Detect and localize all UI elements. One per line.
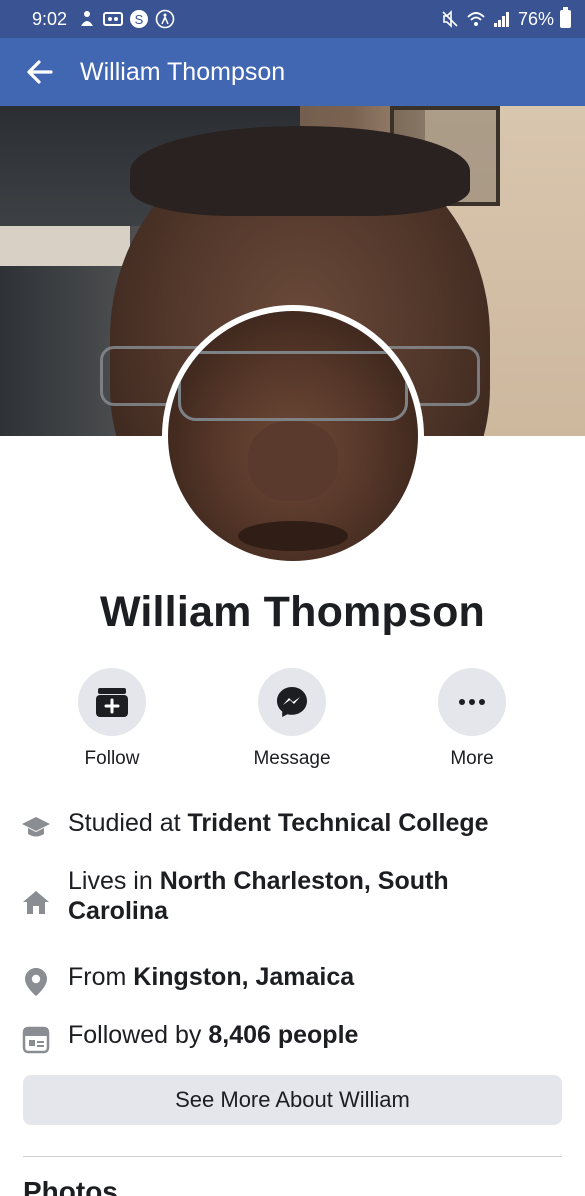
info-followers-prefix: Followed by: [68, 1021, 209, 1049]
back-arrow-icon: [27, 60, 53, 84]
home-icon: [20, 886, 52, 918]
status-bar: 9:02 S 76%: [0, 0, 585, 38]
see-more-about-button[interactable]: See More About William: [23, 1075, 562, 1125]
info-from: From Kingston, Jamaica: [0, 962, 374, 998]
section-divider: [23, 1156, 562, 1157]
battery-percent: 76%: [517, 8, 554, 29]
status-time: 9:02: [32, 8, 68, 29]
profile-name: William Thompson: [99, 588, 486, 636]
followers-icon: [20, 1024, 52, 1056]
photos-section-title: Photos: [23, 1176, 118, 1196]
wifi-icon: [466, 9, 486, 29]
app-bar-title: William Thompson: [80, 57, 286, 86]
battery-icon: [560, 7, 571, 28]
follow-icon: [78, 668, 146, 736]
graduation-cap-icon: [20, 812, 52, 844]
voicemail-icon: [103, 9, 124, 29]
info-from-value[interactable]: Kingston, Jamaica: [133, 963, 354, 991]
info-lives: Lives in North Charleston, South Carolin…: [0, 866, 540, 926]
profile-avatar[interactable]: [162, 305, 424, 567]
info-from-prefix: From: [68, 963, 134, 991]
accessibility-icon: [155, 9, 175, 29]
info-studied-prefix: Studied at: [68, 809, 188, 837]
status-right: 76%: [440, 7, 571, 30]
info-followers: Followed by 8,406 people: [0, 1020, 378, 1056]
mute-icon: [440, 9, 460, 29]
info-studied: Studied at Trident Technical College: [0, 808, 509, 844]
notification-icon: [77, 9, 97, 29]
status-left-icons: S: [77, 9, 175, 29]
follow-button[interactable]: Follow: [57, 668, 167, 770]
message-label: Message: [253, 748, 331, 769]
more-icon: [438, 668, 506, 736]
more-button[interactable]: More: [417, 668, 527, 770]
profile-actions: Follow Message More: [0, 668, 585, 778]
info-followers-value[interactable]: 8,406 people: [208, 1021, 358, 1049]
app-bar: William Thompson: [0, 38, 585, 106]
more-label: More: [450, 748, 494, 769]
s-app-icon: S: [129, 9, 149, 29]
svg-text:S: S: [135, 12, 144, 27]
signal-icon: [492, 9, 512, 29]
message-button[interactable]: Message: [237, 668, 347, 770]
messenger-icon: [258, 668, 326, 736]
back-button[interactable]: [10, 38, 70, 106]
info-studied-value[interactable]: Trident Technical College: [188, 809, 489, 837]
follow-label: Follow: [84, 748, 140, 769]
location-pin-icon: [20, 966, 52, 998]
info-lives-prefix: Lives in: [68, 867, 160, 895]
